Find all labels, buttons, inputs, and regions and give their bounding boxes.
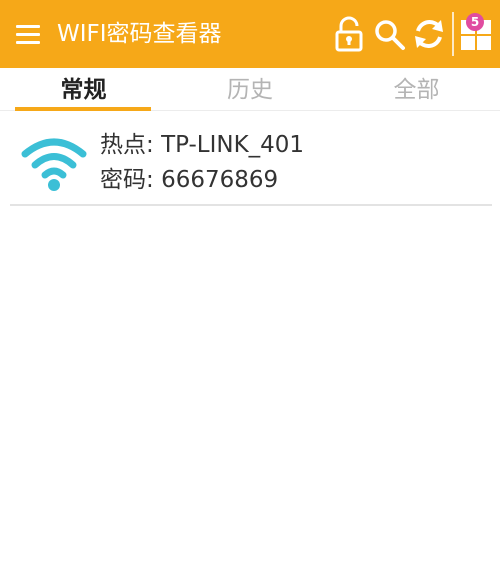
tab-bar: 常规 历史 全部 bbox=[0, 68, 500, 110]
hotspot-value: TP-LINK_401 bbox=[161, 132, 305, 158]
unlock-icon[interactable] bbox=[332, 15, 368, 53]
password-value: 66676869 bbox=[161, 167, 279, 193]
wifi-icon bbox=[20, 134, 88, 192]
toolbar-divider bbox=[452, 12, 454, 56]
tab-active-indicator bbox=[15, 107, 151, 111]
tab-history[interactable]: 历史 bbox=[167, 68, 333, 110]
password-colon: : bbox=[146, 167, 162, 193]
app-bar: WIFI密码查看器 5 bbox=[0, 0, 500, 68]
menu-icon[interactable] bbox=[13, 20, 43, 50]
password-line: 密码: 66676869 bbox=[100, 164, 278, 196]
tab-general[interactable]: 常规 bbox=[0, 68, 167, 110]
password-label: 密码 bbox=[100, 167, 146, 193]
app-title: WIFI密码查看器 bbox=[57, 21, 222, 47]
notification-badge: 5 bbox=[466, 13, 484, 31]
hotspot-label: 热点 bbox=[100, 132, 146, 158]
tab-all[interactable]: 全部 bbox=[333, 68, 500, 110]
hotspot-colon: : bbox=[146, 132, 162, 158]
list-divider bbox=[10, 204, 492, 206]
refresh-icon[interactable] bbox=[411, 15, 447, 53]
hotspot-line: 热点: TP-LINK_401 bbox=[100, 129, 304, 161]
list-item[interactable]: 热点: TP-LINK_401 密码: 66676869 bbox=[10, 120, 492, 204]
search-icon[interactable] bbox=[372, 15, 408, 53]
